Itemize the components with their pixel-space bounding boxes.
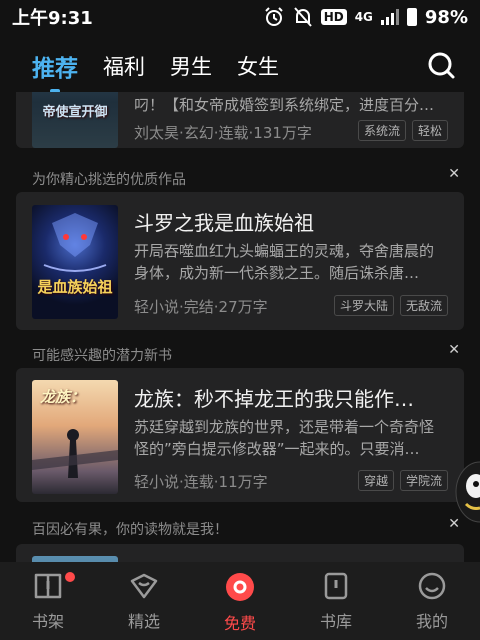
nav-label: 我的 (415, 612, 448, 631)
profile-icon (418, 572, 446, 600)
featured-icon (130, 573, 158, 599)
alarm-icon (264, 7, 283, 26)
search-icon[interactable] (426, 50, 456, 80)
close-icon[interactable]: ✕ (448, 166, 460, 182)
book-tag[interactable]: 穿越 (357, 470, 394, 491)
floating-mascot-icon[interactable] (452, 452, 480, 530)
section-label: 可能感兴趣的潜力新书 (32, 348, 172, 364)
mute-bell-icon (293, 7, 312, 27)
close-icon[interactable]: ✕ (448, 342, 460, 358)
book-tag[interactable]: 斗罗大陆 (333, 295, 394, 316)
free-icon (226, 573, 254, 601)
hd-badge: HD (320, 9, 347, 25)
nav-free[interactable]: 免费 (192, 562, 288, 640)
book-tag[interactable]: 无敌流 (399, 295, 448, 316)
nav-library[interactable]: 书库 (288, 562, 384, 640)
tab-female[interactable]: 女生 (237, 51, 279, 81)
book-tag[interactable]: 学院流 (399, 470, 448, 491)
signal-icon (380, 9, 399, 25)
nav-label: 书库 (319, 612, 352, 631)
book-description: 苏廷穿越到龙族的世界，还是带着一个奇奇怪怪的”旁白提示修改器”一起来的。只要消… (134, 418, 435, 458)
nav-featured[interactable]: 精选 (96, 562, 192, 640)
bookshelf-icon (34, 573, 62, 599)
nav-bookshelf[interactable]: 书架 (0, 562, 96, 640)
book-tag[interactable]: 系统流 (357, 120, 406, 141)
book-meta: 轻小说·完结·27万字 (134, 298, 268, 316)
cover-art (43, 213, 107, 272)
section-label: 百因必有果，你的读物就是我！ (32, 522, 228, 538)
nav-label: 免费 (223, 614, 256, 633)
book-cover: 龙族： (32, 380, 118, 494)
battery-percent: 98% (424, 6, 468, 28)
book-tags: 穿越 学院流 (357, 470, 448, 491)
section-label: 为你精心挑选的优质作品 (32, 172, 186, 188)
book-tag[interactable]: 轻松 (411, 120, 448, 141)
book-cover: 帝使宣开御 (32, 92, 118, 148)
network-type: 4G (354, 10, 373, 24)
recommend-feed[interactable]: 帝使宣开御 叼！【和女帝成婚签到系统绑定，进度百分… 刘太昊·玄幻·连载·131… (16, 92, 464, 562)
book-description: 叼！【和女帝成婚签到系统绑定，进度百分… (134, 96, 435, 114)
notification-dot (65, 572, 75, 582)
nav-label: 书架 (31, 612, 64, 631)
status-bar: 上午9:31 HD 4G 98% (0, 0, 480, 34)
top-tab-bar: 推荐 福利 男生 女生 (0, 40, 480, 93)
book-description: 开局吞噬血红九头蝙蝠王的灵魂，夺舍唐晨的身体，成为新一代杀戮之王。随后诛杀唐… (134, 242, 435, 282)
book-cover: 是血族始祖 (32, 205, 118, 319)
nav-label: 精选 (127, 612, 160, 631)
book-meta: 刘太昊·玄幻·连载·131万字 (134, 124, 312, 142)
battery-icon (406, 8, 417, 26)
nav-profile[interactable]: 我的 (384, 562, 480, 640)
book-tags: 斗罗大陆 无敌流 (333, 295, 448, 316)
cover-title: 帝使宣开御 (42, 105, 108, 120)
book-card[interactable]: 龙族： 龙族：秒不掉龙王的我只能作… 苏廷穿越到龙族的世界，还是带着一个奇奇怪怪… (16, 368, 464, 502)
tab-welfare[interactable]: 福利 (103, 51, 145, 81)
tab-recommend[interactable]: 推荐 (32, 49, 78, 93)
cover-title: 是血族始祖 (37, 278, 113, 296)
cover-title: 龙族： (40, 388, 86, 406)
book-meta: 轻小说·连载·11万字 (134, 473, 268, 491)
book-title[interactable]: 龙族：秒不掉龙王的我只能作… (134, 383, 448, 412)
book-card[interactable]: 帝使宣开御 叼！【和女帝成婚签到系统绑定，进度百分… 刘太昊·玄幻·连载·131… (16, 92, 464, 148)
status-time: 上午9:31 (12, 8, 93, 29)
book-card[interactable] (16, 544, 464, 562)
book-title[interactable]: 斗罗之我是血族始祖 (134, 207, 448, 236)
library-icon (324, 572, 348, 600)
tab-male[interactable]: 男生 (170, 51, 212, 81)
bottom-nav: 书架 精选 免费 书库 我的 (0, 562, 480, 640)
book-card[interactable]: 是血族始祖 斗罗之我是血族始祖 开局吞噬血红九头蝙蝠王的灵魂，夺舍唐晨的身体，成… (16, 192, 464, 330)
book-tags: 系统流 轻松 (357, 120, 448, 141)
